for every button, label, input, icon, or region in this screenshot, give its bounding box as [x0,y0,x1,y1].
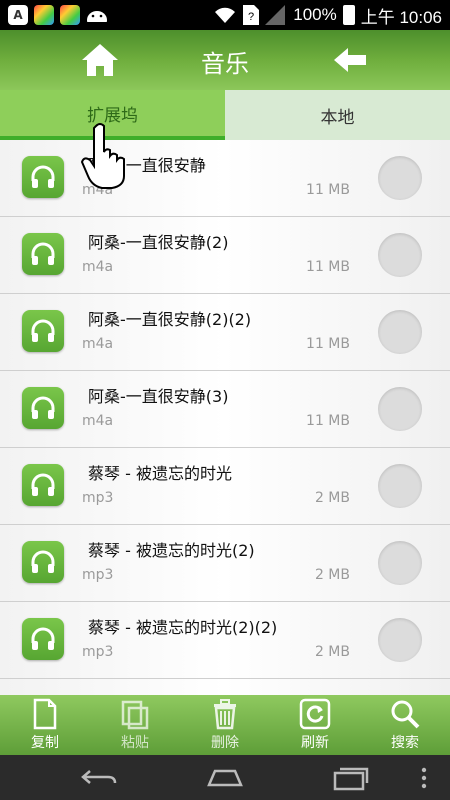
list-item[interactable]: 阿桑-一直很安静(2)(2) m4a 11 MB [0,294,450,371]
paste-label: 粘贴 [121,735,149,751]
list-item[interactable]: 蔡琴 - 被遗忘的时光 mp3 2 MB [0,448,450,525]
delete-label: 删除 [211,735,239,751]
select-checkbox[interactable] [378,618,422,662]
file-type: m4a [82,259,114,275]
select-checkbox[interactable] [378,156,422,200]
paste-icon [121,700,149,730]
file-name: 蔡琴 - 被遗忘的时光 [88,464,232,483]
file-name: 蔡琴 - 被遗忘的时光(2)(2) [88,618,278,637]
copy-icon [33,698,57,730]
battery-icon [342,5,355,25]
headphones-icon [22,310,64,352]
copy-label: 复制 [31,735,59,751]
back-nav-icon[interactable] [80,767,118,789]
file-size: 2 MB [314,644,350,660]
list-item[interactable]: 阿桑-一直很安静(2) m4a 11 MB [0,217,450,294]
select-checkbox[interactable] [378,310,422,354]
hand-cursor-icon [80,123,125,189]
notification-app-icon [34,5,54,25]
notification-a-icon: A [8,5,28,25]
file-size: 11 MB [306,336,350,352]
recents-nav-icon[interactable] [332,765,370,791]
list-item[interactable]: 蔡琴 - 被遗忘的时光(2)(2) mp3 2 MB [0,602,450,679]
menu-nav-icon[interactable] [420,767,428,789]
paste-button[interactable]: 粘贴 [90,695,180,755]
file-name: 阿桑-一直很安静(3) [88,387,229,406]
wifi-icon [215,7,236,23]
headphones-icon [22,618,64,660]
headphones-icon [22,464,64,506]
file-list: 阿桑-一直很安静 m4a 11 MB 阿桑-一直很安静(2) m4a 11 MB… [0,140,450,695]
home-nav-icon[interactable] [205,767,245,789]
file-size: 2 MB [314,567,350,583]
list-item[interactable]: 蔡琴 - 被遗忘的时光(2) mp3 2 MB [0,525,450,602]
file-size: 11 MB [306,259,350,275]
delete-button[interactable]: 删除 [180,695,270,755]
headphones-icon [22,541,64,583]
list-item-partial[interactable] [0,679,450,695]
signal-icon [265,5,286,25]
tab-local[interactable]: 本地 [225,90,450,140]
tab-bar: 扩展坞 本地 [0,90,450,140]
select-checkbox[interactable] [378,387,422,431]
refresh-button[interactable]: 刷新 [270,695,360,755]
status-notifications: A [0,5,108,25]
select-checkbox[interactable] [378,541,422,585]
bottom-toolbar: 复制 粘贴 删除 刷新 搜索 [0,695,450,755]
clock: 上午 10:06 [360,7,442,27]
page-title: 音乐 [201,50,249,78]
select-checkbox[interactable] [378,464,422,508]
list-item[interactable]: 阿桑-一直很安静 m4a 11 MB [0,140,450,217]
file-name: 蔡琴 - 被遗忘的时光(2) [88,541,255,560]
status-bar: A ? 100% 上午 10:06 [0,0,450,30]
headphones-icon [22,156,64,198]
trash-icon [214,699,236,730]
svg-text:?: ? [248,11,254,23]
file-size: 11 MB [306,182,350,198]
file-type: m4a [82,336,114,352]
file-size: 11 MB [306,413,350,429]
search-icon [391,700,420,729]
file-type: mp3 [82,567,114,583]
select-checkbox[interactable] [378,233,422,277]
file-type: mp3 [82,644,114,660]
headphones-icon [22,387,64,429]
back-arrow-icon[interactable] [332,46,368,74]
file-size: 2 MB [314,490,350,506]
search-label: 搜索 [391,735,419,751]
copy-button[interactable]: 复制 [0,695,90,755]
refresh-label: 刷新 [301,735,329,751]
system-nav-bar [0,755,450,800]
android-icon [87,11,107,22]
file-name: 阿桑-一直很安静(2)(2) [88,310,252,329]
file-type: m4a [82,413,114,429]
file-type: mp3 [82,490,114,506]
sim-icon: ? [243,5,260,25]
app-header: 音乐 [0,30,450,90]
battery-percent: 100% [293,5,337,24]
headphones-icon [22,233,64,275]
notification-app-icon-2 [60,5,80,25]
list-item[interactable]: 阿桑-一直很安静(3) m4a 11 MB [0,371,450,448]
refresh-icon [299,698,331,730]
search-button[interactable]: 搜索 [360,695,450,755]
file-name: 阿桑-一直很安静(2) [88,233,229,252]
